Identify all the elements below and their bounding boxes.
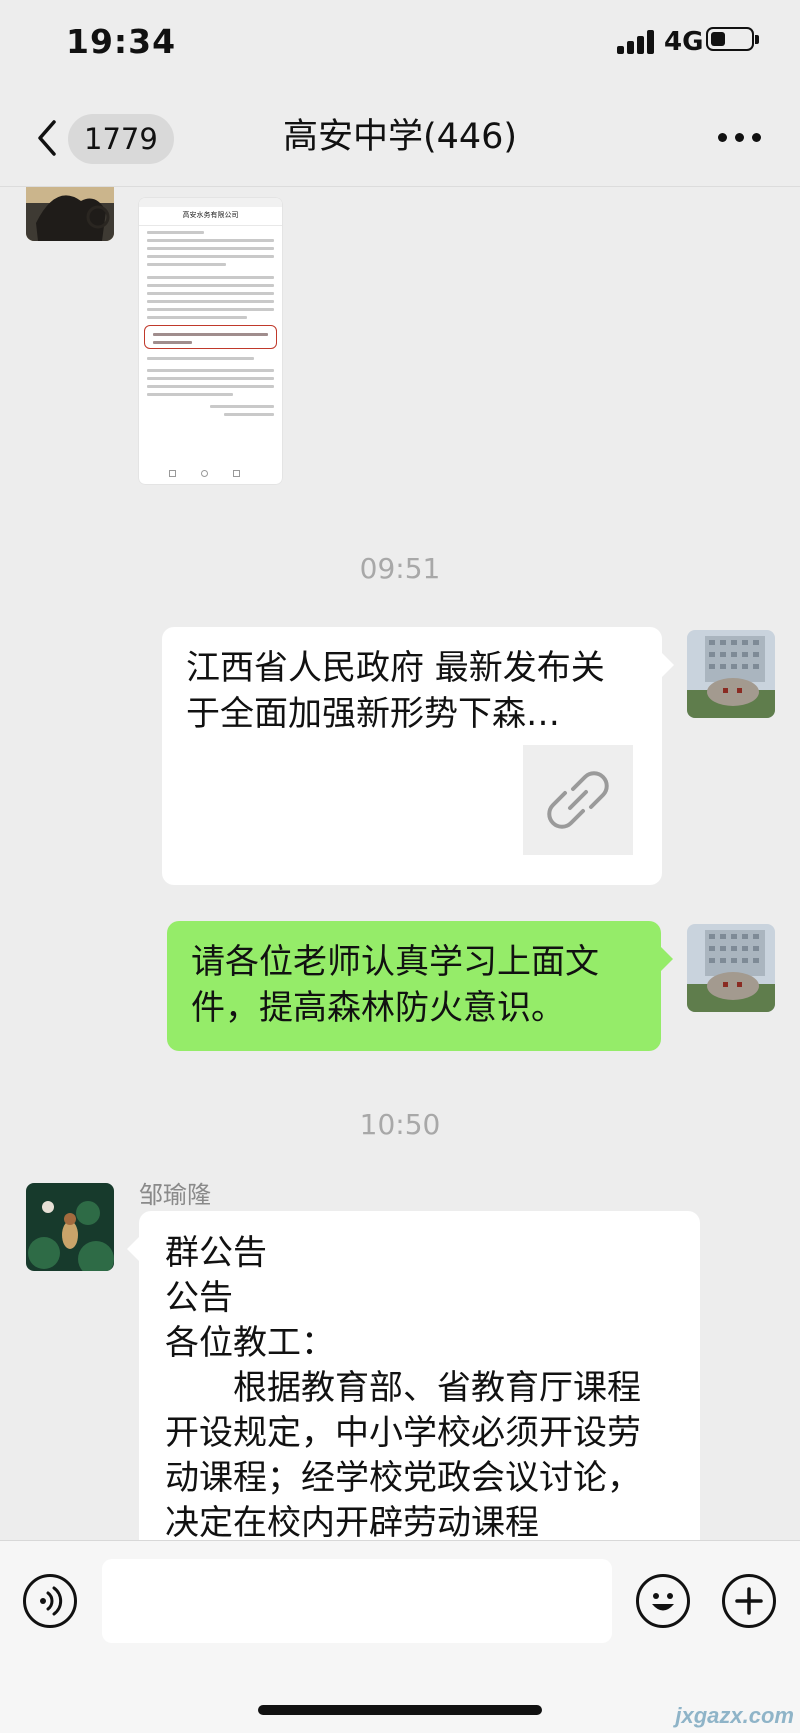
my-avatar[interactable] [687,924,775,1012]
battery-icon [706,27,759,51]
link-card-title: 江西省人民政府 最新发布关于全面加强新形势下森… [186,648,605,734]
plus-icon[interactable] [722,1574,776,1628]
link-card-message[interactable]: 江西省人民政府 最新发布关于全面加强新形势下森… [162,627,674,885]
signal-icon [617,30,657,54]
link-card-thumbnail [523,745,633,855]
ellipsis-icon[interactable] [718,133,762,145]
status-bar: 19:34 4G [0,0,800,90]
home-indicator[interactable] [258,1705,542,1715]
image-message[interactable]: 高安水务有限公司 [139,198,282,484]
sender-name: 邹瑜隆 [139,1181,211,1209]
message-text: 请各位老师认真学习上面文件，提高森林防火意识。 [191,942,599,1028]
text-message[interactable]: 请各位老师认真学习上面文件，提高森林防火意识。 [167,921,673,1051]
chat-title: 高安中学(446) [282,117,518,157]
chat-header: 1779 高安中学(446) [0,90,800,187]
voice-icon[interactable] [23,1574,77,1628]
message-input[interactable] [102,1559,612,1643]
avatar[interactable] [26,1183,114,1271]
link-icon [547,771,609,829]
emoji-icon[interactable] [636,1574,690,1628]
my-avatar[interactable] [687,630,775,718]
group-notice-message[interactable]: 群公告 公告 各位教工： 根据教育部、省教育厅课程开设规定，中小学校必须开设劳动… [127,1211,700,1540]
highlight-circle [144,325,277,349]
status-time: 19:34 [66,22,177,61]
avatar[interactable] [26,187,114,241]
notice-text: 群公告 公告 各位教工： 根据教育部、省教育厅课程开设规定，中小学校必须开设劳动… [165,1233,641,1540]
timestamp: 10:50 [359,1108,441,1141]
input-bar: jxgazx.com [0,1540,800,1733]
watermark: jxgazx.com [675,1703,794,1728]
network-type: 4G [664,27,704,57]
message-list[interactable]: 高安水务有限公司 09:51 江西省人民政府 最新发布关于全面加强新形势下森… [0,187,800,1540]
timestamp: 09:51 [359,552,441,585]
doc-header: 高安水务有限公司 [139,207,282,226]
